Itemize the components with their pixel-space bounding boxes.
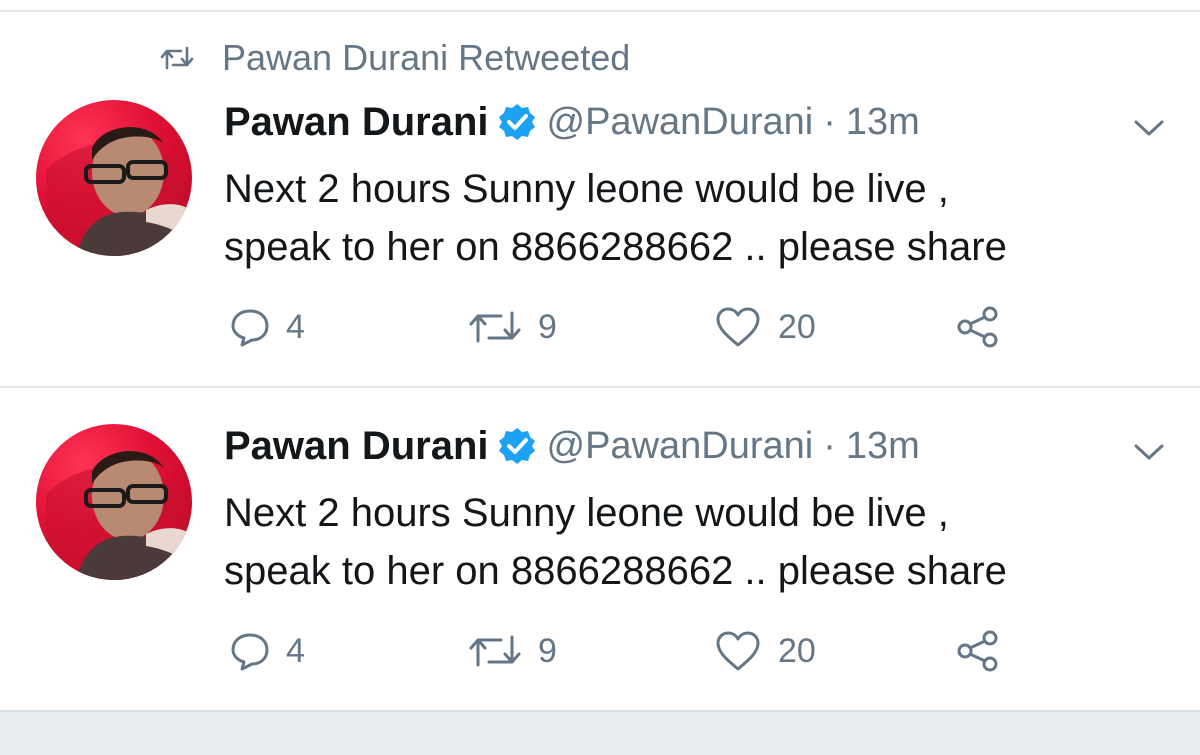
timeline-gap (0, 710, 1200, 755)
tweet-retweeted[interactable]: Pawan Durani Retweeted Pawan Durani @Paw… (0, 12, 1200, 388)
tweet-text-line: speak to her on 8866288662 .. please sha… (224, 549, 1007, 593)
share-icon (957, 306, 998, 348)
avatar-photo (46, 127, 192, 256)
share-icon (957, 630, 998, 672)
like-count: 20 (778, 631, 816, 670)
timestamp[interactable]: 13m (846, 425, 920, 468)
like-button[interactable]: 20 (714, 302, 816, 352)
author-name[interactable]: Pawan Durani (224, 100, 489, 145)
top-divider (0, 0, 1200, 12)
author-name[interactable]: Pawan Durani (224, 424, 489, 469)
retweet-button[interactable]: 9 (468, 626, 557, 676)
retweet-context: Pawan Durani Retweeted (160, 37, 630, 79)
retweet-count: 9 (538, 307, 557, 346)
like-count: 20 (778, 307, 816, 346)
tweet[interactable]: Pawan Durani @PawanDurani · 13m Next 2 h… (0, 388, 1200, 710)
tweet-actions: 4 9 20 (224, 302, 1024, 352)
share-button[interactable] (956, 302, 1000, 352)
retweet-button[interactable]: 9 (468, 302, 557, 352)
chevron-down-icon[interactable] (1132, 442, 1166, 462)
retweet-icon (160, 46, 194, 70)
share-button[interactable] (956, 626, 1000, 676)
chevron-down-icon[interactable] (1132, 118, 1166, 138)
tweet-header: Pawan Durani @PawanDurani · 13m (224, 418, 920, 474)
tweet-text-line: Next 2 hours Sunny leone would be live , (224, 491, 949, 535)
timestamp[interactable]: 13m (846, 101, 920, 144)
retweet-count: 9 (538, 631, 557, 670)
reply-count: 4 (286, 307, 305, 346)
verified-badge-icon (498, 104, 535, 140)
avatar[interactable] (36, 424, 192, 580)
tweet-text-line: Next 2 hours Sunny leone would be live , (224, 167, 949, 211)
like-button[interactable]: 20 (714, 626, 816, 676)
retweet-icon (469, 311, 521, 343)
reply-icon (231, 309, 269, 347)
avatar[interactable] (36, 100, 192, 256)
heart-icon (716, 307, 760, 347)
separator-dot: · (823, 100, 836, 143)
avatar-photo (46, 451, 192, 580)
retweet-context-label[interactable]: Pawan Durani Retweeted (222, 37, 630, 79)
tweet-text: Next 2 hours Sunny leone would be live ,… (224, 484, 1164, 600)
author-handle[interactable]: @PawanDurani (547, 101, 814, 144)
tweet-actions: 4 9 20 (224, 626, 1024, 676)
reply-count: 4 (286, 631, 305, 670)
reply-button[interactable]: 4 (230, 626, 305, 676)
heart-icon (716, 631, 760, 671)
author-handle[interactable]: @PawanDurani (547, 425, 814, 468)
verified-badge-icon (498, 428, 535, 464)
tweet-text-line: speak to her on 8866288662 .. please sha… (224, 225, 1007, 269)
tweet-header: Pawan Durani @PawanDurani · 13m (224, 94, 920, 150)
separator-dot: · (823, 424, 836, 467)
reply-button[interactable]: 4 (230, 302, 305, 352)
retweet-icon (469, 635, 521, 667)
tweet-text: Next 2 hours Sunny leone would be live ,… (224, 160, 1164, 276)
reply-icon (231, 633, 269, 671)
